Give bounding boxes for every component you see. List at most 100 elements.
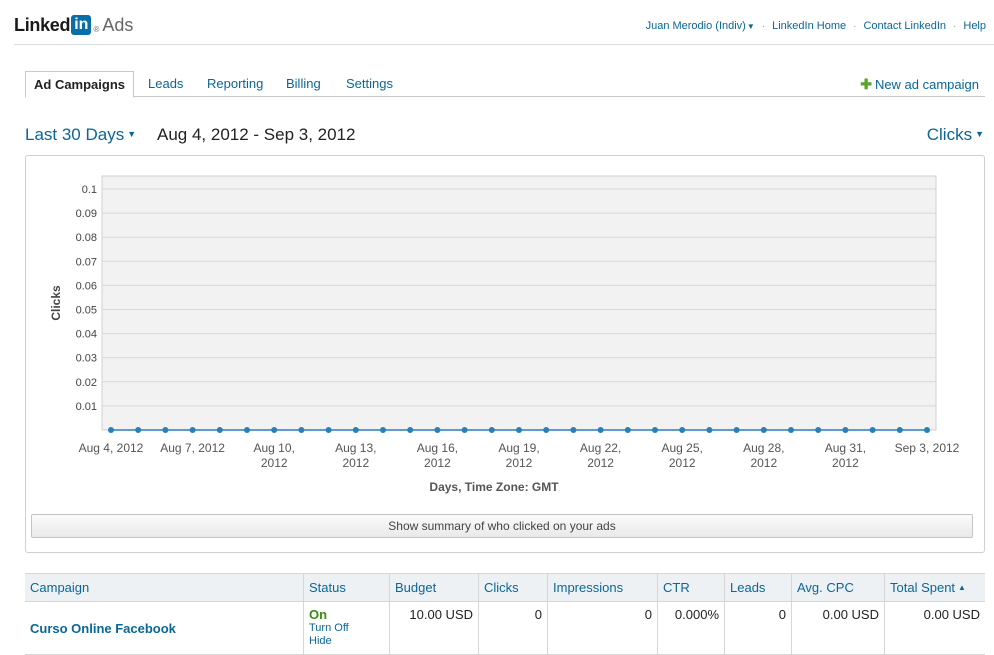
x-tick-label: Aug 4, 2012 (79, 441, 144, 455)
x-tick-line: 2012 (261, 456, 288, 470)
y-tick-label: 0.03 (76, 353, 97, 365)
logo-linked-text: Linked (14, 14, 71, 35)
metric-dropdown[interactable]: Clicks ▼ (927, 125, 984, 145)
separator-dot: · (761, 20, 766, 32)
hide-link[interactable]: Hide (309, 635, 384, 648)
tab-billing[interactable]: Billing (286, 71, 321, 96)
campaign-table: Campaign Status Budget Clicks Impression… (25, 573, 985, 655)
data-point (760, 427, 767, 433)
data-point (733, 427, 740, 433)
y-tick-label: 0.08 (76, 232, 97, 244)
main-tabs: Ad Campaigns Leads Reporting Billing Set… (25, 71, 985, 98)
metric-label: Clicks (926, 125, 973, 144)
chevron-down-icon: ▼ (127, 129, 137, 139)
y-tick-label: 0.04 (76, 329, 97, 341)
x-tick-line: Aug 25, (662, 441, 703, 455)
sort-ascending-icon: ▲ (958, 583, 966, 592)
data-point (216, 427, 223, 433)
x-tick-label: Aug 10, 2012 (254, 441, 295, 470)
data-point (679, 427, 686, 433)
x-tick-line: Aug 4, 2012 (79, 441, 144, 455)
data-point (298, 427, 305, 433)
x-axis-label: Days, Time Zone: GMT (429, 480, 559, 494)
y-tick-label: 0.02 (76, 377, 97, 389)
x-tick-line: Aug 10, (254, 441, 295, 455)
col-ctr[interactable]: CTR (657, 573, 725, 602)
chevron-down-icon: ▼ (746, 22, 755, 31)
data-point (108, 427, 114, 433)
y-tick-label: 0.06 (76, 280, 97, 292)
data-point (488, 427, 495, 433)
data-point (706, 427, 713, 433)
tab-reporting[interactable]: Reporting (207, 71, 263, 96)
cell-budget: 10.00 USD (389, 601, 479, 655)
data-point (570, 427, 577, 433)
y-axis-label: Clicks (49, 285, 63, 321)
campaign-name-link[interactable]: Curso Online Facebook (30, 621, 176, 636)
col-leads[interactable]: Leads (724, 573, 792, 602)
x-tick-line: 2012 (506, 456, 533, 470)
data-point (434, 427, 441, 433)
x-tick-label: Aug 22, 2012 (580, 441, 621, 470)
data-point (189, 427, 196, 433)
data-point (788, 427, 794, 433)
col-avg-cpc[interactable]: Avg. CPC (791, 573, 885, 602)
cell-ctr: 0.000% (657, 601, 725, 655)
show-summary-button[interactable]: Show summary of who clicked on your ads (31, 514, 973, 538)
plus-icon: ✚ (860, 76, 872, 92)
date-range-text: Aug 4, 2012 - Sep 3, 2012 (157, 125, 356, 144)
clicks-chart: 0.1 0.09 0.08 0.07 0.06 0.05 0.04 0.03 0.02 0.01 C… (49, 175, 960, 494)
x-tick-label: Aug 13, 2012 (335, 441, 376, 470)
cell-total-spent: 0.00 USD (884, 601, 985, 655)
col-total-spent-label: Total Spent (890, 580, 956, 595)
x-tick-label: Aug 25, 2012 (662, 441, 703, 470)
user-menu[interactable]: Juan Merodio (Indiv)▼ (646, 20, 755, 32)
data-point (597, 427, 604, 433)
date-range-label: Last 30 Days (25, 125, 125, 144)
x-tick-label: Aug 31, 2012 (825, 441, 866, 470)
x-tick-line: 2012 (424, 456, 451, 470)
col-campaign[interactable]: Campaign (25, 573, 304, 602)
col-budget[interactable]: Budget (389, 573, 479, 602)
y-tick-label: 0.01 (76, 401, 97, 413)
data-point (924, 427, 930, 433)
tab-settings[interactable]: Settings (346, 71, 393, 96)
data-point (407, 427, 414, 433)
help-link[interactable]: Help (963, 20, 986, 32)
data-point (325, 427, 332, 433)
data-point (543, 427, 550, 433)
x-tick-line: 2012 (587, 456, 614, 470)
x-tick-label: Aug 7, 2012 (160, 441, 225, 455)
col-total-spent[interactable]: Total Spent ▲ (884, 573, 985, 602)
col-clicks[interactable]: Clicks (478, 573, 548, 602)
turn-off-link[interactable]: Turn Off (309, 622, 384, 635)
cell-status: On Turn Off Hide (303, 601, 390, 655)
date-range-dropdown[interactable]: Last 30 Days ▼ (25, 125, 136, 145)
user-menu-label: Juan Merodio (Indiv) (645, 20, 746, 32)
tab-ad-campaigns[interactable]: Ad Campaigns (25, 71, 135, 98)
y-tick-label: 0.07 (76, 256, 97, 268)
x-tick-label: Aug 16, 2012 (417, 441, 458, 470)
data-point (652, 427, 658, 433)
linkedin-ads-logo[interactable]: Linked in ® Ads (14, 14, 133, 36)
col-status[interactable]: Status (303, 573, 390, 602)
cell-impressions: 0 (547, 601, 658, 655)
data-point (516, 427, 522, 433)
chevron-down-icon: ▼ (975, 129, 984, 139)
linkedin-home-link[interactable]: LinkedIn Home (772, 20, 846, 32)
chart-panel: 0.1 0.09 0.08 0.07 0.06 0.05 0.04 0.03 0.02 0.01 C… (25, 155, 985, 553)
data-point (380, 427, 386, 433)
x-tick-line: 2012 (750, 456, 777, 470)
y-tick-label: 0.05 (76, 305, 97, 317)
table-row: Curso Online Facebook On Turn Off Hide 1… (25, 601, 985, 655)
data-point (135, 427, 142, 433)
logo-registered-mark: ® (93, 24, 100, 34)
separator-dot: · (953, 20, 957, 32)
contact-linkedin-link[interactable]: Contact LinkedIn (863, 20, 946, 32)
col-impressions[interactable]: Impressions (547, 573, 658, 602)
separator-dot: · (853, 20, 857, 32)
x-tick-line: 2012 (669, 456, 696, 470)
tab-leads[interactable]: Leads (148, 71, 183, 96)
top-navigation: Juan Merodio (Indiv)▼ · LinkedIn Home · … (646, 20, 986, 32)
new-ad-campaign-link[interactable]: ✚ New ad campaign (860, 71, 979, 98)
